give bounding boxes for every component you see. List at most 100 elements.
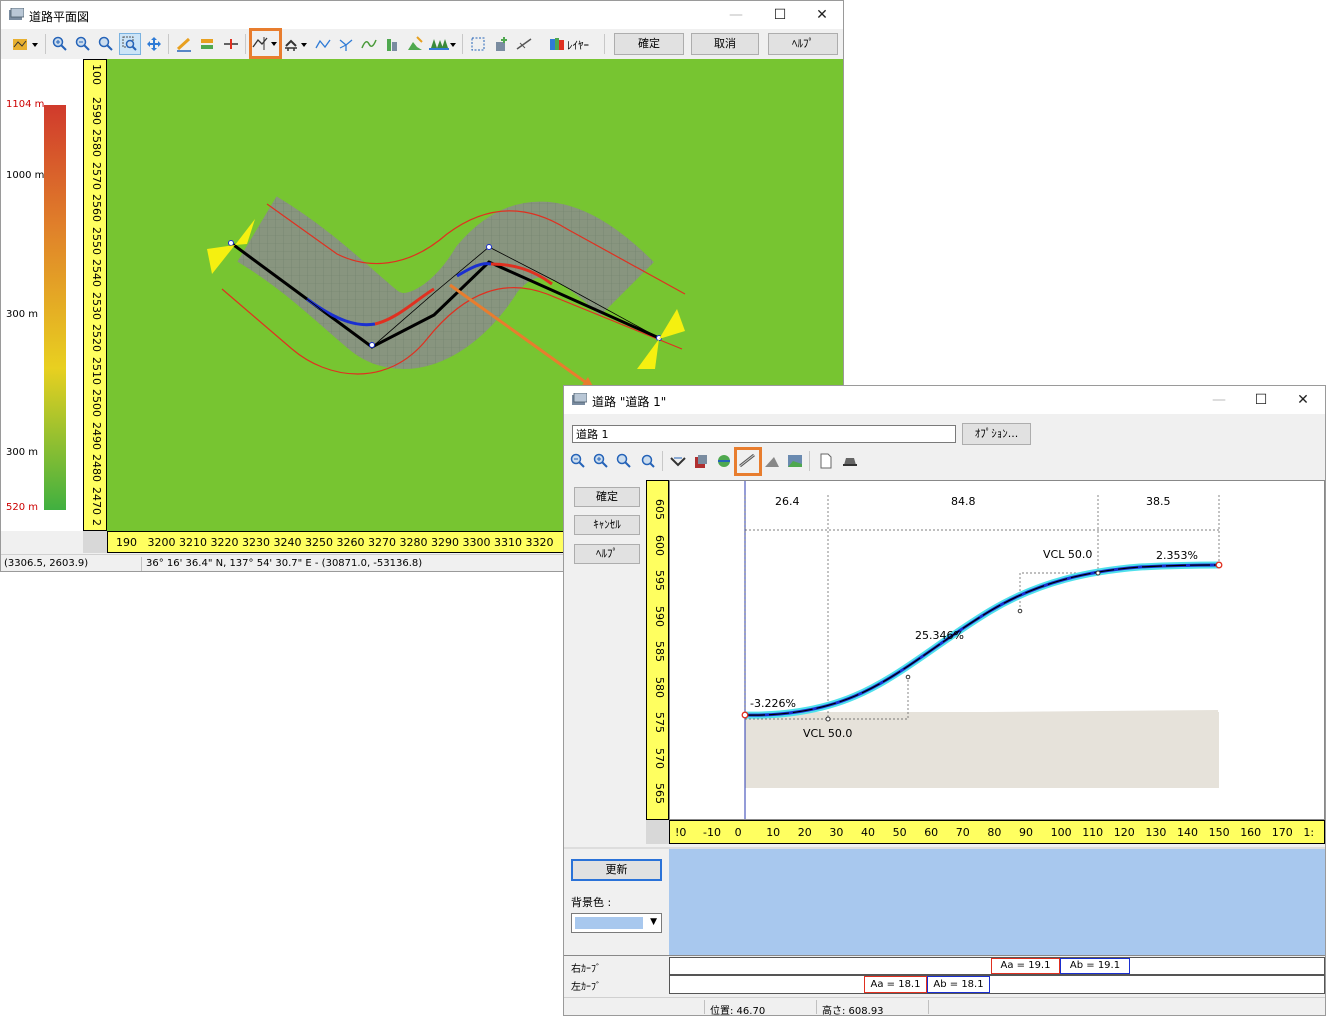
profile-y-tick: 590 — [653, 605, 666, 627]
right-curve-ab[interactable]: Ab = 19.1 — [1060, 958, 1130, 974]
road-style-dropdown-icon[interactable] — [11, 34, 41, 54]
road-name-field[interactable] — [572, 425, 956, 443]
profile-x-tick: 150 — [1208, 826, 1230, 839]
plan-x-tick: 3310 — [494, 536, 522, 549]
ruler-corner — [646, 820, 669, 844]
profile-cancel-button[interactable]: ｷｬﾝｾﾙ — [574, 515, 640, 535]
plan-x-tick: 3240 — [273, 536, 302, 549]
plan-x-tick: 3200 — [147, 536, 176, 549]
profile-canvas[interactable]: 26.4 84.8 38.5 -3.226% 25.346% 2.353% VC… — [669, 480, 1325, 820]
callout-arrow — [449, 283, 595, 390]
toolbar-separator — [604, 34, 605, 54]
profile-x-tick: 70 — [955, 826, 970, 839]
profile-x-tick: 140 — [1177, 826, 1198, 839]
zoom-fit-icon[interactable] — [96, 34, 116, 54]
profile-tool-highlight — [249, 28, 282, 59]
zoom-fit-icon[interactable] — [614, 451, 634, 471]
profile-x-tick: 50 — [892, 826, 907, 839]
layer-icon[interactable] — [547, 34, 567, 54]
section-preview-panel[interactable] — [669, 849, 1325, 955]
trees-dropdown-icon[interactable] — [428, 34, 456, 54]
status-divider — [816, 1000, 817, 1014]
legend-label: 1000 m — [6, 170, 45, 181]
zoom-in-icon[interactable] — [591, 451, 611, 471]
plan-confirm-button[interactable]: 確定 — [614, 33, 684, 55]
add-object-icon[interactable] — [491, 34, 511, 54]
minimize-icon[interactable]: — — [1196, 386, 1242, 414]
plan-x-tick: 3250 — [305, 536, 333, 549]
profile-x-tick: !0 — [675, 826, 687, 839]
status-divider — [928, 1000, 929, 1014]
profile-x-tick: 100 — [1050, 826, 1072, 839]
minimize-icon[interactable]: — — [713, 1, 759, 29]
tunnel-icon[interactable] — [691, 451, 711, 471]
zoom-window-icon[interactable] — [119, 33, 141, 55]
cut-fill-icon[interactable] — [668, 451, 688, 471]
toolbar-separator — [662, 451, 663, 471]
profile-drawing[interactable] — [670, 481, 1324, 819]
plan-y-tick: 2540 — [90, 259, 103, 287]
select-rect-icon[interactable] — [468, 34, 488, 54]
close-icon[interactable]: ✕ — [1280, 386, 1325, 414]
left-curve-label: 左ｶｰﾌﾞ — [571, 982, 601, 993]
profile-y-tick: 605 — [653, 499, 666, 520]
position-readout: 位置: 46.70 — [710, 1006, 766, 1016]
zoom-out-icon[interactable] — [73, 34, 93, 54]
draw-road-icon[interactable] — [174, 34, 194, 54]
plan-help-button[interactable]: ﾍﾙﾌﾟ — [768, 33, 838, 55]
zoom-in-icon[interactable] — [50, 34, 70, 54]
plan-x-tick: 3280 — [399, 536, 428, 549]
right-curve-aa[interactable]: Aa = 19.1 — [991, 958, 1060, 974]
profile-x-tick: -10 — [703, 826, 721, 839]
edit-road-icon[interactable] — [197, 34, 217, 54]
plan-y-tick: 2 — [90, 519, 103, 526]
building-icon[interactable] — [382, 34, 402, 54]
profile-window-title: 道路 "道路 1" — [592, 395, 667, 409]
cross-section-dropdown-icon[interactable] — [284, 34, 310, 54]
left-curve-ab[interactable]: Ab = 18.1 — [927, 976, 990, 993]
profile-y-tick: 595 — [653, 570, 666, 591]
cursor-coords: (3306.5, 2603.9) — [4, 558, 89, 569]
curve-icon[interactable] — [359, 34, 379, 54]
layer-label[interactable]: ﾚｲﾔｰ — [567, 37, 589, 53]
profile-y-tick: 575 — [653, 712, 666, 733]
profile-y-tick: 565 — [653, 783, 666, 804]
plan-y-tick: 2490 — [90, 421, 103, 450]
left-curve-aa[interactable]: Aa = 18.1 — [864, 976, 927, 993]
document-icon[interactable] — [816, 451, 836, 471]
polyline-icon[interactable] — [313, 34, 333, 54]
split-road-icon[interactable] — [221, 34, 241, 54]
profile-y-ruler[interactable]: 605 600 595 590 585 580 575 570 565 — [646, 480, 669, 820]
slope-icon[interactable] — [762, 451, 782, 471]
elevation-gradient-bar — [44, 105, 66, 510]
terrain-edit-icon[interactable] — [405, 34, 425, 54]
zoom-window-icon[interactable] — [638, 451, 658, 471]
bg-color-select[interactable]: ▼ — [571, 913, 662, 933]
profile-side-panel: 確定 ｷｬﾝｾﾙ ﾍﾙﾌﾟ — [564, 478, 646, 848]
options-button[interactable]: ｵﾌﾟｼｮﾝ... — [962, 423, 1031, 445]
plan-y-tick: 2470 — [90, 486, 103, 515]
vehicle-icon[interactable] — [840, 451, 860, 471]
measure-icon[interactable] — [514, 34, 534, 54]
plan-cancel-button[interactable]: 取消 — [691, 33, 759, 55]
toolbar-separator — [462, 34, 463, 54]
profile-confirm-button[interactable]: 確定 — [574, 487, 640, 507]
zoom-out-icon[interactable] — [568, 451, 588, 471]
plan-y-ruler[interactable]: 100 2590 2580 2570 2560 2550 2540 2530 2520 2510 2… — [83, 59, 107, 531]
profile-y-tick: 570 — [653, 747, 666, 769]
close-icon[interactable]: ✕ — [799, 1, 843, 29]
plan-window-title: 道路平面図 — [29, 10, 90, 24]
pan-icon[interactable] — [144, 34, 164, 54]
profile-help-button[interactable]: ﾍﾙﾌﾟ — [574, 544, 640, 564]
profile-x-tick: 1: — [1303, 826, 1315, 839]
profile-x-tick: 20 — [797, 826, 812, 839]
branch-icon[interactable] — [336, 34, 356, 54]
bridge-icon[interactable] — [714, 451, 734, 471]
terrain-section-icon[interactable] — [785, 451, 805, 471]
profile-x-tick: 40 — [861, 826, 875, 839]
maximize-icon[interactable]: ☐ — [757, 1, 803, 29]
legend-label: 300 m — [6, 309, 39, 320]
update-button[interactable]: 更新 — [571, 859, 662, 881]
maximize-icon[interactable]: ☐ — [1238, 386, 1284, 414]
profile-x-ruler[interactable]: !0 -10 0 10 20 30 40 50 60 70 80 90 100 110 120 130 140 1… — [669, 820, 1325, 844]
